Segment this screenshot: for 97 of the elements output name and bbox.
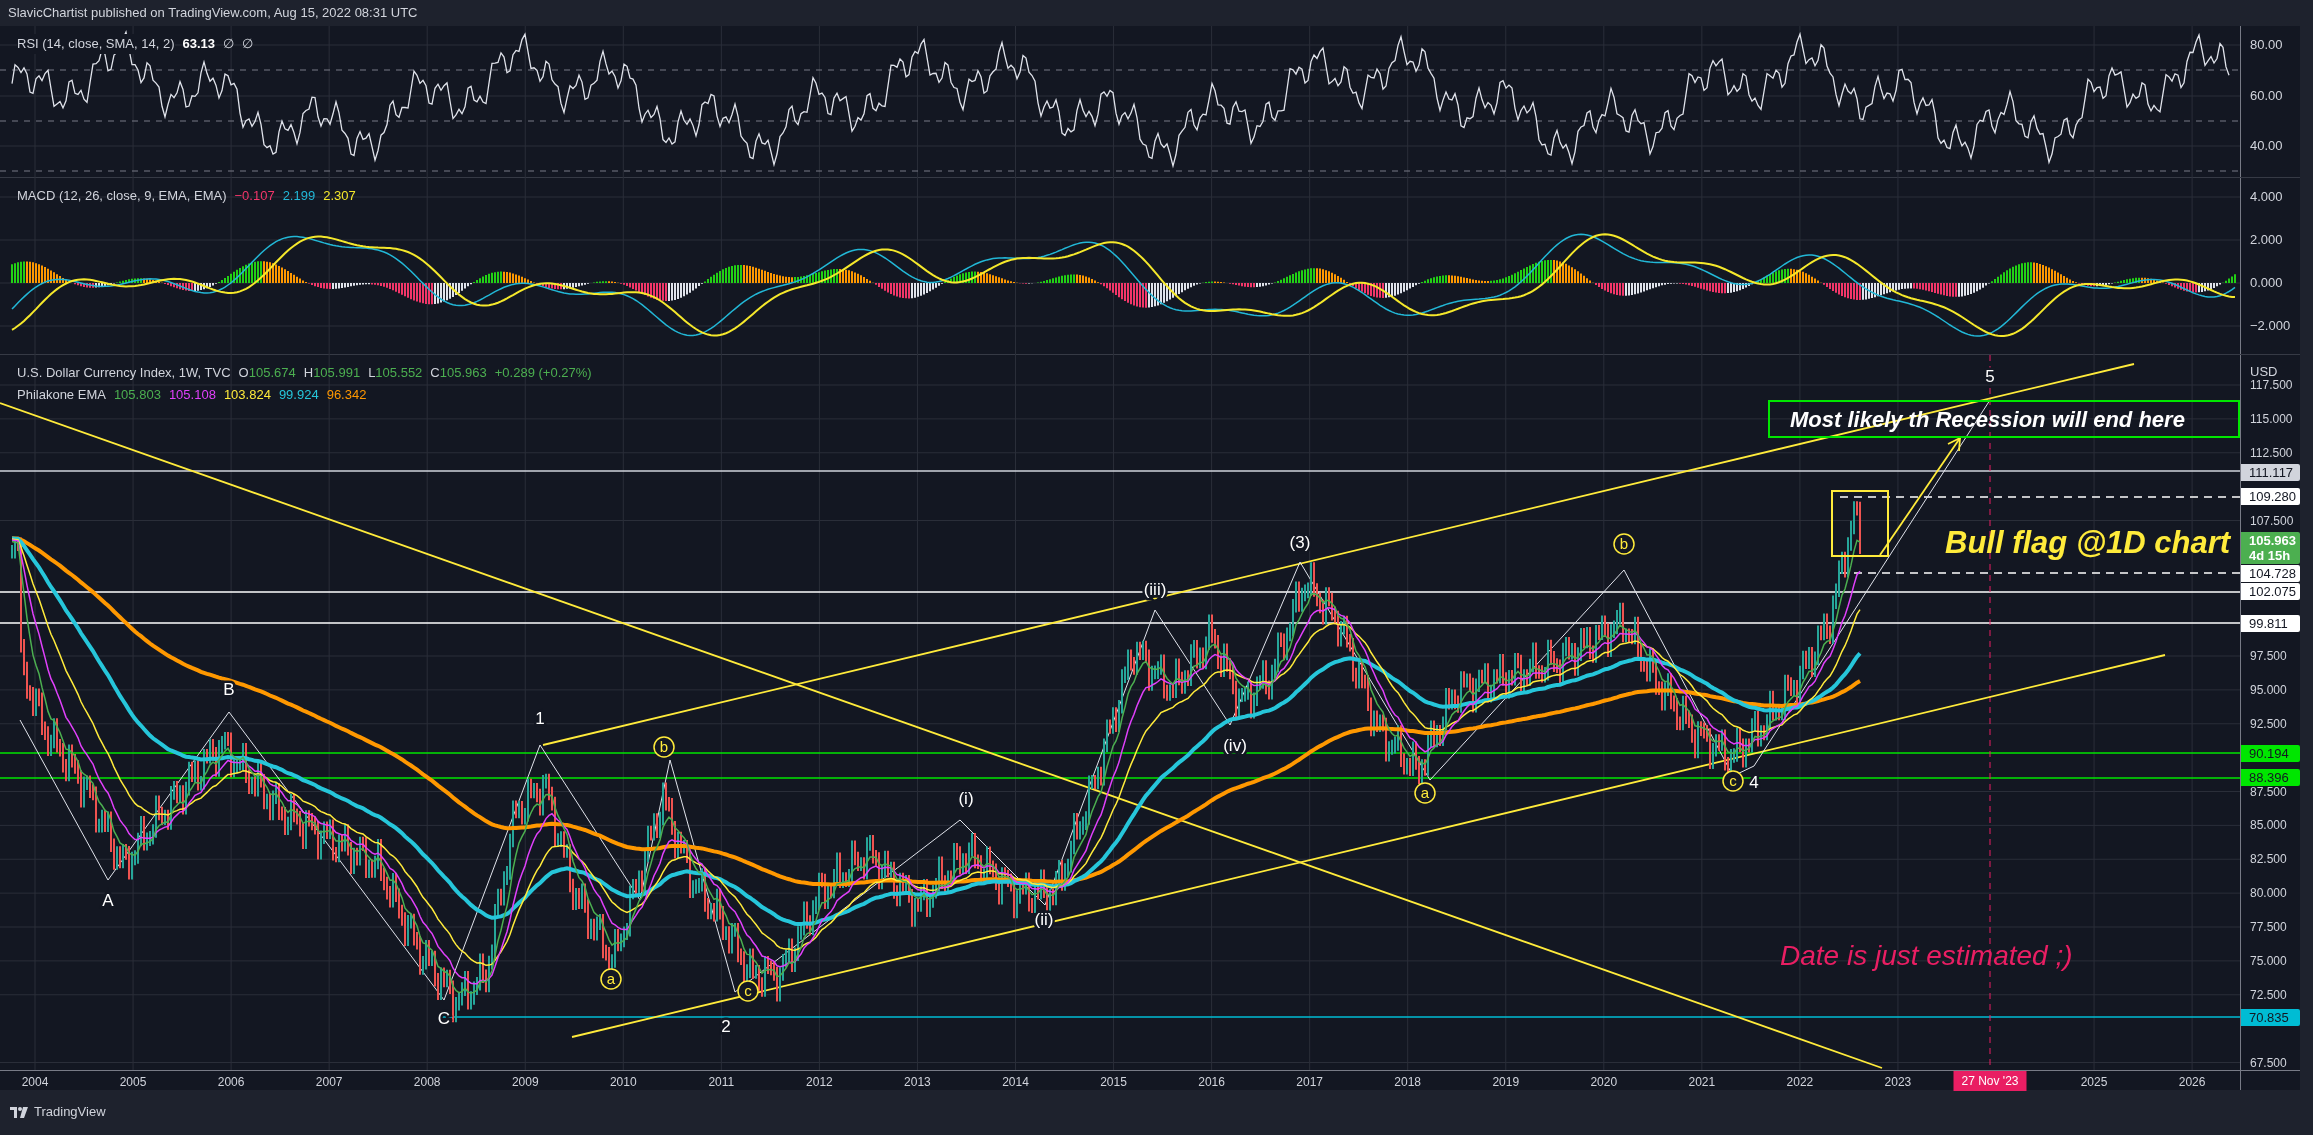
rsi-axis-label: 80.00 [2250, 38, 2283, 52]
price-axis-label: 75.000 [2250, 953, 2287, 968]
year-label: 2010 [609, 1074, 637, 1091]
price-axis-label: 87.500 [2250, 784, 2287, 799]
macd-value: −0.107 [234, 187, 275, 205]
year-label: 2023 [1884, 1074, 1912, 1091]
tradingview-logo-icon [10, 1106, 28, 1118]
rsi-axis-label: 40.00 [2250, 139, 2283, 153]
year-label: 2019 [1492, 1074, 1520, 1091]
macd-value: 2.307 [323, 187, 356, 205]
ema-value: 99.924 [278, 385, 319, 404]
year-label: 2014 [1002, 1074, 1029, 1091]
year-label: 2004 [21, 1074, 49, 1091]
wave-label: 4 [1749, 773, 1759, 792]
ema-legend: Philakone EMA [17, 384, 106, 404]
year-label: 2006 [217, 1074, 245, 1091]
wave-label: 5 [1985, 367, 1995, 386]
ohlc-value: 105.552 [375, 364, 423, 382]
ohlc-label: O [238, 364, 249, 382]
year-label: 2018 [1394, 1074, 1422, 1091]
year-label: 2012 [806, 1074, 833, 1091]
macd-axis-label: −2.000 [2250, 319, 2291, 333]
na-value: ∅ [242, 35, 254, 53]
bull-flag-note: Bull flag @1D chart [1945, 524, 2231, 562]
year-label: 2017 [1296, 1074, 1323, 1091]
year-label: 2016 [1198, 1074, 1225, 1091]
price-tag-value: 70.835 [2249, 1010, 2290, 1025]
ohlc-label: L [368, 364, 376, 382]
ohlc-value: 105.963 [439, 364, 487, 382]
rsi-legend: RSI (14, close, SMA, 14, 2) [17, 34, 175, 54]
price-axis-label: 77.500 [2250, 920, 2287, 934]
currency-label: USD [2250, 363, 2278, 380]
price-tag-value: 88.396 [2249, 770, 2290, 785]
price-axis-label: 72.500 [2250, 987, 2287, 1002]
wave-label: b [653, 736, 675, 758]
brand-name: TradingView [34, 1103, 106, 1122]
bar-countdown: 4d 15h [2249, 548, 2292, 563]
ohlc-label: H [303, 364, 314, 382]
price-tag-value: 111.117 [2249, 465, 2292, 480]
bull-flag-box [1831, 490, 1889, 557]
wave-label: (3) [1289, 533, 1311, 552]
ema-value: 105.803 [113, 385, 161, 404]
price-tag-value: 90.194 [2249, 746, 2290, 761]
wave-label: c [737, 980, 759, 1002]
year-label: 2013 [904, 1074, 931, 1091]
year-label: 2015 [1100, 1074, 1127, 1091]
date-estimate-note: Date is just estimated ;) [1780, 939, 2073, 973]
publisher-info: SlavicChartist published on TradingView.com, Aug 15, 2022 08:31 UTC [8, 4, 418, 23]
wave-label: 1 [535, 709, 545, 728]
wave-label: B [223, 680, 235, 699]
year-label: 2022 [1786, 1074, 1814, 1091]
price-axis-label: 112.500 [2250, 445, 2293, 460]
wave-label: a [600, 968, 622, 990]
price-axis-label: 117.500 [2250, 378, 2293, 392]
price-axis-label: 85.000 [2250, 818, 2287, 833]
year-label: 2009 [511, 1074, 539, 1091]
ema-value: 96.342 [326, 385, 367, 404]
year-label: 2007 [315, 1074, 343, 1091]
year-label: 2026 [2178, 1074, 2206, 1091]
year-label: 2011 [708, 1074, 735, 1091]
wave-label: 2 [721, 1017, 731, 1036]
price-axis-label: 82.500 [2250, 852, 2287, 867]
wave-label: a [1414, 782, 1436, 804]
price-axis-label: 80.000 [2250, 886, 2287, 901]
ohlc-value: 105.991 [313, 364, 361, 382]
price-axis-label: 107.500 [2250, 513, 2294, 528]
wave-label: b [1613, 533, 1635, 555]
ema-value: 105.108 [168, 385, 216, 404]
wave-label: A [102, 891, 114, 910]
price-axis-label: 67.500 [2250, 1055, 2287, 1070]
wave-label: (i) [958, 789, 974, 808]
na-value: ∅ [223, 35, 235, 53]
price-tag-value: 99.811 [2249, 616, 2289, 631]
price-axis-label: 95.000 [2250, 682, 2287, 697]
macd-axis-label: 2.000 [2250, 233, 2283, 247]
ohlc-label: C [430, 364, 440, 382]
year-label: 2005 [119, 1074, 147, 1091]
price-axis-label: 115.000 [2250, 411, 2293, 426]
wave-label: (iv) [1223, 736, 1247, 755]
macd-axis-label: 0.000 [2250, 276, 2283, 290]
rsi-value: 63.13 [182, 35, 216, 53]
wave-label: c [1722, 770, 1744, 792]
symbol-title: U.S. Dollar Currency Index, 1W, TVC [17, 364, 231, 382]
macd-axis-label: 4.000 [2250, 190, 2283, 204]
year-label: 2020 [1590, 1074, 1618, 1091]
price-axis-label: 97.500 [2250, 649, 2287, 663]
price-axis-label: 92.500 [2250, 716, 2287, 731]
year-label: 2021 [1688, 1074, 1716, 1091]
rsi-axis-label: 60.00 [2250, 89, 2283, 103]
date-marker-tag: 27 Nov '23 [1953, 1071, 2027, 1091]
year-label: 2008 [413, 1074, 441, 1091]
ohlc-value: 105.674 [248, 364, 296, 382]
price-change: +0.289 (+0.27%) [494, 364, 592, 382]
ema-value: 103.824 [223, 385, 271, 404]
year-label: 2025 [2080, 1074, 2108, 1091]
macd-legend: MACD (12, 26, close, 9, EMA, EMA) [17, 186, 227, 206]
macd-value: 2.199 [282, 187, 316, 205]
